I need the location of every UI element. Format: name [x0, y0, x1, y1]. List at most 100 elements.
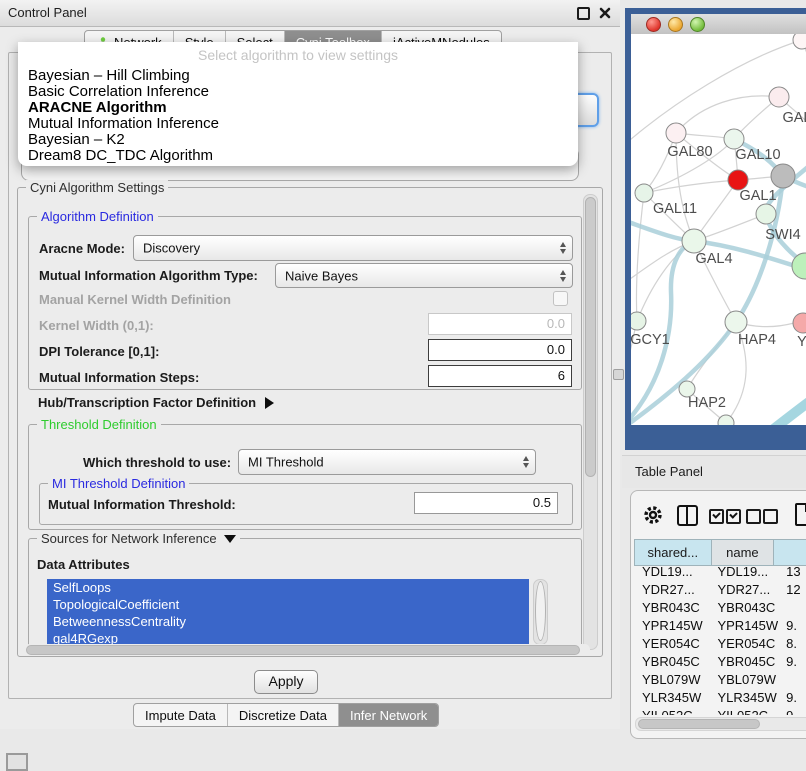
table-cell[interactable]: 9. — [778, 616, 806, 634]
node-gal-top[interactable] — [769, 87, 789, 107]
node-gray[interactable] — [771, 164, 795, 188]
node-gal11[interactable] — [635, 184, 653, 202]
table-row[interactable]: YIL052CYIL052C9 — [634, 706, 806, 715]
table-row[interactable]: YER054CYER054C8. — [634, 634, 806, 652]
table-cell[interactable]: YLR345W — [709, 688, 778, 706]
attribute-list-item[interactable]: BetweennessCentrality — [47, 613, 529, 630]
table-horizontal-scrollbar-thumb[interactable] — [638, 719, 760, 729]
network-view-window[interactable]: GALGAL80GAL10GAL1GAL11SWI4GAL4GCY1HAP4YH… — [625, 8, 806, 450]
minimize-traffic-light-icon[interactable] — [668, 17, 683, 32]
node-salmon[interactable] — [793, 313, 806, 333]
algorithm-option[interactable]: Mutual Information Inference — [18, 116, 578, 132]
network-edge[interactable] — [676, 96, 779, 133]
data-attributes-list[interactable]: SelfLoopsTopologicalCoefficientBetweenne… — [47, 579, 529, 645]
settings-vertical-scrollbar-thumb[interactable] — [585, 197, 596, 477]
table-cell[interactable]: YPR145W — [634, 616, 709, 634]
node-swi4[interactable] — [756, 204, 776, 224]
table-cell[interactable]: YDL19... — [709, 562, 778, 580]
table-cell[interactable]: YBR045C — [709, 652, 778, 670]
tab-discretize-data[interactable]: Discretize Data — [228, 704, 339, 726]
settings-horizontal-scrollbar-thumb[interactable] — [26, 645, 580, 655]
node-top-partial[interactable] — [793, 34, 806, 49]
table-cell[interactable]: YDR27... — [634, 580, 709, 598]
aracne-mode-select[interactable]: Discovery — [133, 235, 573, 261]
table-row[interactable]: YBR043CYBR043C — [634, 598, 806, 616]
table-row[interactable]: YPR145WYPR145W9. — [634, 616, 806, 634]
network-edge[interactable] — [637, 241, 694, 321]
node-gal10[interactable] — [724, 129, 744, 149]
table-cell[interactable]: YDL19... — [634, 562, 709, 580]
algorithm-option[interactable]: Basic Correlation Inference — [18, 84, 578, 100]
table-cell[interactable]: 9. — [778, 688, 806, 706]
table-cell[interactable]: YBR045C — [634, 652, 709, 670]
table-cell[interactable]: YIL052C — [709, 706, 778, 715]
table-cell[interactable]: 12 — [778, 580, 806, 598]
tab-infer-network[interactable]: Infer Network — [339, 704, 438, 726]
mi-steps-input[interactable]: 6 — [428, 365, 572, 387]
close-traffic-light-icon[interactable] — [646, 17, 661, 32]
hub-definition-expander[interactable]: Hub/Transcription Factor Definition — [38, 394, 274, 412]
table-cell[interactable]: YPR145W — [709, 616, 778, 634]
table-cell[interactable]: YDR27... — [709, 580, 778, 598]
node-gcy1[interactable] — [631, 312, 646, 330]
algorithm-option[interactable]: Dream8 DC_TDC Algorithm — [18, 148, 578, 164]
table-cell[interactable]: YLR345W — [634, 688, 709, 706]
kernel-width-input[interactable]: 0.0 — [428, 313, 572, 335]
network-edge[interactable] — [771, 396, 806, 425]
algorithm-option[interactable]: Bayesian – K2 — [18, 132, 578, 148]
table-cell[interactable]: YER054C — [634, 634, 709, 652]
manual-kernel-checkbox[interactable] — [553, 291, 568, 306]
table-row[interactable]: YBL079WYBL079W — [634, 670, 806, 688]
zoom-traffic-light-icon[interactable] — [690, 17, 705, 32]
table-cell[interactable]: YBR043C — [634, 598, 709, 616]
table-cell[interactable] — [778, 598, 806, 616]
node-gal4[interactable] — [682, 229, 706, 253]
columns-icon[interactable] — [677, 505, 698, 526]
settings-vertical-scrollbar[interactable] — [583, 194, 598, 650]
control-panel-titlebar[interactable]: Control Panel — [0, 0, 620, 27]
node-gal80[interactable] — [666, 123, 686, 143]
unchecked-checkbox-icon[interactable] — [763, 509, 778, 524]
table-cell[interactable] — [778, 670, 806, 688]
table-row[interactable]: YDL19...YDL19...13 — [634, 562, 806, 580]
node-gal1[interactable] — [728, 170, 748, 190]
network-window-titlebar[interactable] — [631, 14, 806, 35]
mi-threshold-input[interactable]: 0.5 — [414, 492, 558, 514]
attribute-list-item[interactable]: TopologicalCoefficient — [47, 596, 529, 613]
table-cell[interactable]: 8. — [778, 634, 806, 652]
split-pane-handle[interactable] — [613, 369, 624, 380]
attributes-scrollbar[interactable] — [533, 579, 548, 645]
table-row[interactable]: YDR27...YDR27...12 — [634, 580, 806, 598]
table-cell[interactable]: 9 — [778, 706, 806, 715]
table-cell[interactable]: YBR043C — [709, 598, 778, 616]
float-window-icon[interactable] — [577, 7, 590, 20]
table-cell[interactable]: YER054C — [709, 634, 778, 652]
table-cell[interactable]: 13 — [778, 562, 806, 580]
node-table-rows[interactable]: YDL19...YDL19...13YDR27...YDR27...12YBR0… — [634, 562, 806, 715]
attributes-scrollbar-thumb[interactable] — [535, 581, 546, 641]
tab-impute-data[interactable]: Impute Data — [134, 704, 228, 726]
checked-checkbox-icon[interactable] — [709, 509, 724, 524]
apply-button[interactable]: Apply — [254, 670, 318, 694]
unchecked-checkbox-icon[interactable] — [746, 509, 761, 524]
table-row[interactable]: YLR345WYLR345W9. — [634, 688, 806, 706]
algorithm-option[interactable]: Bayesian – Hill Climbing — [18, 68, 578, 84]
node-hap4[interactable] — [725, 311, 747, 333]
dpi-tolerance-input[interactable]: 0.0 — [428, 339, 572, 361]
table-cell[interactable]: YBL079W — [634, 670, 709, 688]
gear-icon[interactable] — [643, 505, 663, 525]
table-cell[interactable]: 9. — [778, 652, 806, 670]
table-cell[interactable]: YBL079W — [709, 670, 778, 688]
close-icon[interactable] — [599, 7, 611, 19]
attribute-list-item[interactable]: gal4RGexp — [47, 630, 529, 645]
which-threshold-select[interactable]: MI Threshold — [238, 449, 536, 475]
algorithm-option[interactable]: ARACNE Algorithm — [18, 100, 578, 116]
settings-horizontal-scrollbar[interactable] — [24, 644, 590, 655]
table-cell[interactable]: YIL052C — [634, 706, 709, 715]
network-canvas[interactable]: GALGAL80GAL10GAL1GAL11SWI4GAL4GCY1HAP4YH… — [631, 34, 806, 425]
network-edge[interactable] — [636, 193, 644, 321]
mi-algorithm-type-select[interactable]: Naive Bayes — [275, 263, 573, 288]
node-bottom[interactable] — [718, 415, 734, 425]
attribute-list-item[interactable]: SelfLoops — [47, 579, 529, 596]
table-horizontal-scrollbar[interactable] — [635, 717, 806, 731]
